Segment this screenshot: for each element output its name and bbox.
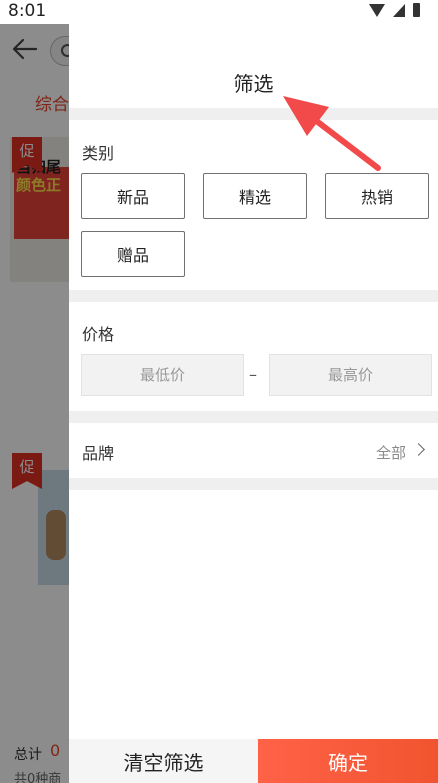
brand-row[interactable]: 品牌 全部 [69,424,438,478]
chevron-right-icon [412,443,425,456]
category-option-gift[interactable]: 赠品 [81,231,185,277]
status-bar: 8:01 [0,0,438,24]
wifi-icon [369,3,385,17]
category-option-hot[interactable]: 热销 [325,173,429,219]
divider [69,108,438,120]
divider [69,411,438,423]
price-label: 价格 [82,325,115,344]
battery-icon [413,3,420,17]
brand-value: 全部 [375,444,406,462]
min-price-input[interactable] [81,354,244,396]
confirm-button[interactable]: 确定 [258,739,438,783]
category-option-new[interactable]: 新品 [81,173,185,219]
filter-title: 筛选 [233,72,274,96]
divider [69,290,438,302]
filter-drawer: 筛选 类别 新品 精选 热销 赠品 价格 – 品牌 全部 清空筛选 确定 [69,24,438,783]
divider [69,478,438,490]
brand-label: 品牌 [82,444,115,463]
status-icons [369,3,420,17]
max-price-input[interactable] [269,354,432,396]
clear-filter-button[interactable]: 清空筛选 [69,739,258,783]
category-option-featured[interactable]: 精选 [203,173,307,219]
price-range-dash: – [249,365,257,384]
category-label: 类别 [82,144,115,163]
signal-icon [393,3,405,17]
status-time: 8:01 [8,1,47,21]
